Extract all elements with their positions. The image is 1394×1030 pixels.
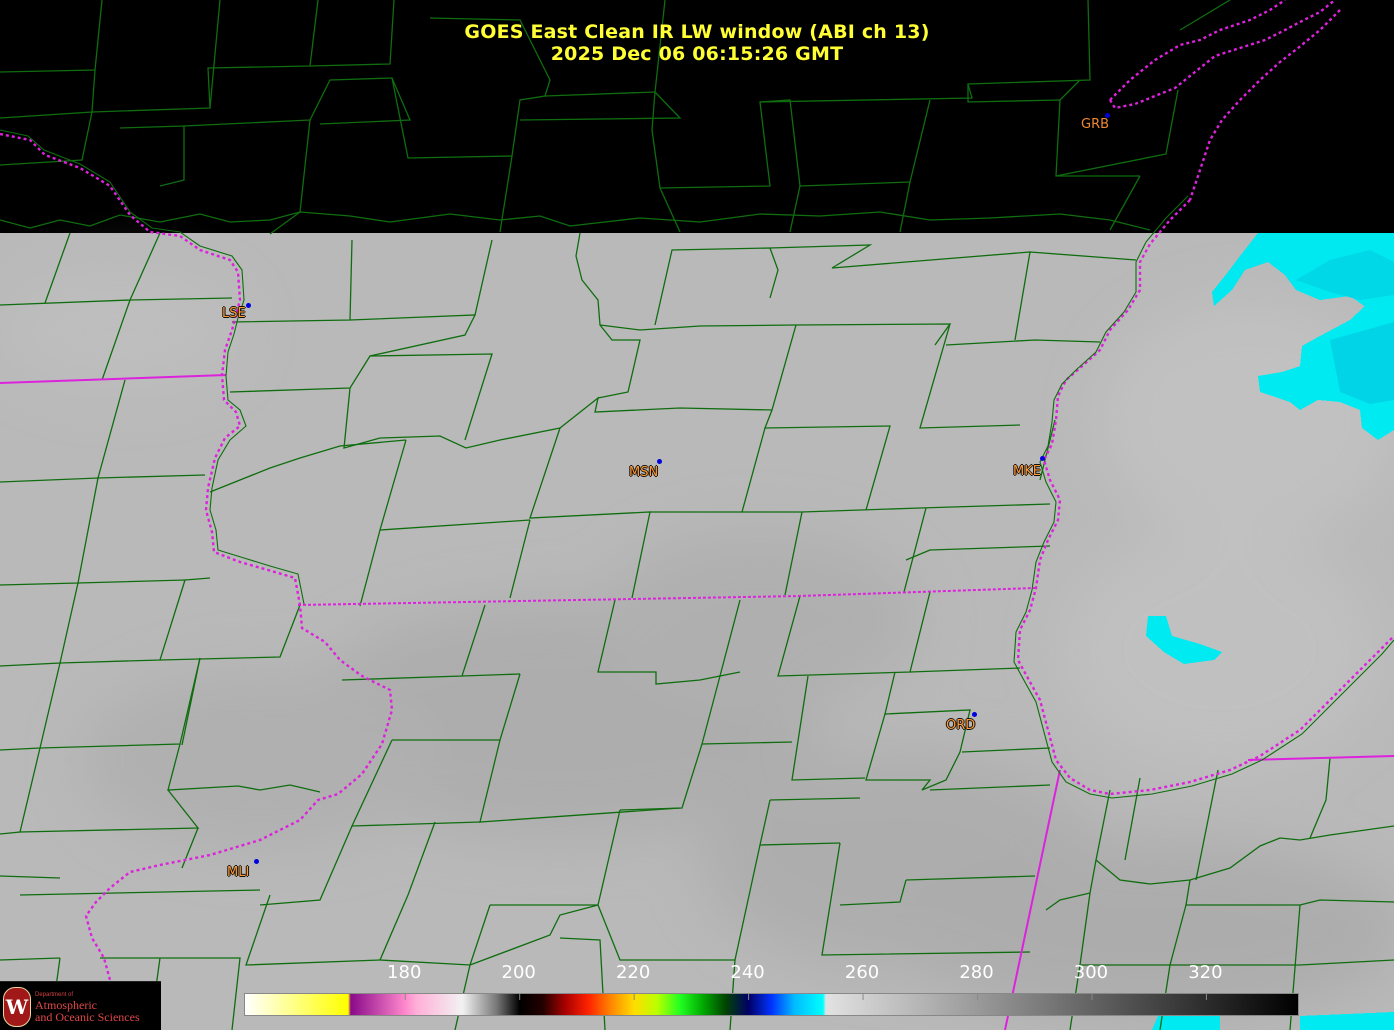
- image-title: GOES East Clean IR LW window (ABI ch 13): [464, 21, 930, 43]
- station-label-lse: LSE: [222, 306, 246, 321]
- colorbar-tick-label: 220: [615, 962, 651, 983]
- colorbar-tick-label: 200: [501, 962, 536, 983]
- logo-line-2: and Oceanic Sciences: [35, 1010, 140, 1024]
- station-dot-lse: [246, 303, 251, 308]
- station-dot-mli: [254, 859, 259, 864]
- colorbar-tick-label: 280: [959, 962, 994, 983]
- station-dot-ord: [972, 712, 977, 717]
- satellite-map: [0, 0, 1394, 1030]
- station-dot-msn: [657, 459, 662, 464]
- aos-logo: W Department of Atmospheric and Oceanic …: [0, 981, 161, 1030]
- colorbar-tick-label: 320: [1188, 962, 1223, 983]
- temperature-colorbar: [244, 993, 1299, 1016]
- image-timestamp: 2025 Dec 06 06:15:26 GMT: [550, 43, 844, 65]
- station-label-ord: ORD: [946, 718, 976, 733]
- station-dot-mke: [1040, 456, 1045, 461]
- colorbar-tick-label: 260: [844, 962, 880, 983]
- station-label-mli: MLI: [227, 865, 250, 880]
- colorbar-tick-label: 180: [387, 962, 422, 983]
- colorbar-tick-label: 240: [730, 962, 765, 983]
- station-label-grb: GRB: [1081, 117, 1110, 132]
- colorbar-tick-label: 300: [1073, 962, 1109, 983]
- station-label-mke: MKE: [1013, 464, 1041, 479]
- satellite-image-view: GOES East Clean IR LW window (ABI ch 13)…: [0, 0, 1394, 1030]
- uw-crest-icon: W: [3, 987, 31, 1027]
- station-label-msn: MSN: [629, 465, 659, 480]
